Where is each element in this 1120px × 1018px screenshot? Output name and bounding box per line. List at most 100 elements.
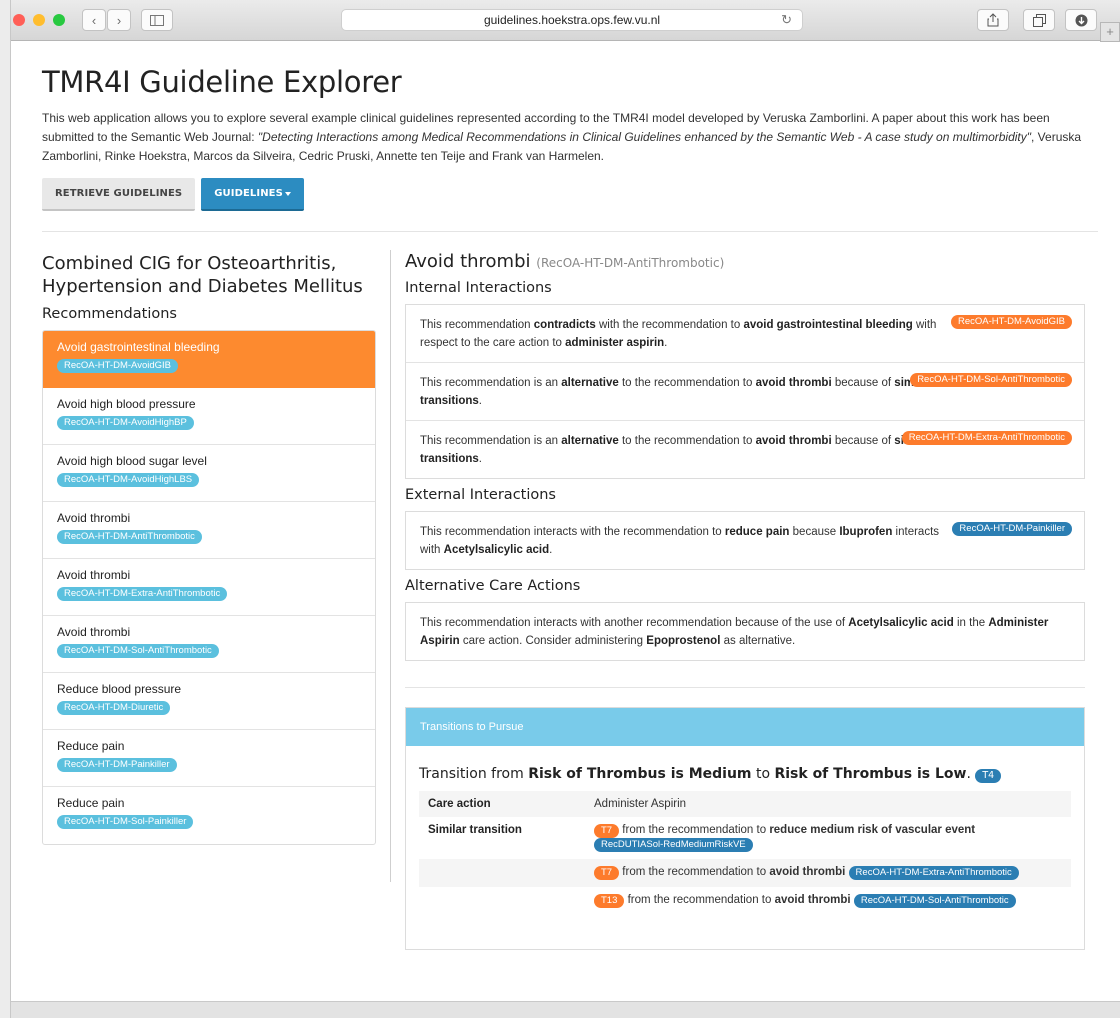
column-divider (390, 250, 391, 882)
recommendation-item[interactable]: Avoid high blood sugar level RecOA-HT-DM-… (43, 445, 375, 502)
button-row: RETRIEVE GUIDELINES GUIDELINES (42, 178, 1098, 211)
recommendation-item[interactable]: Reduce blood pressure RecOA-HT-DM-Diureti… (43, 673, 375, 730)
recommendation-item-label: Avoid thrombi (57, 625, 131, 639)
minimize-window-icon[interactable] (33, 14, 45, 26)
intro-paragraph: This web application allows you to explo… (42, 109, 1098, 166)
download-icon (1075, 14, 1087, 26)
interaction-text: This recommendation is an alternative to… (420, 377, 931, 407)
share-icon (987, 13, 999, 27)
recommendation-item-id: RecOA-HT-DM-Diuretic (57, 701, 171, 715)
forward-button[interactable]: › (107, 9, 131, 31)
recommendation-item-label: Reduce pain (57, 796, 125, 810)
transitions-panel: Transitions to Pursue Transition from Ri… (405, 707, 1085, 950)
url-text: guidelines.hoekstra.ops.few.vu.nl (483, 13, 661, 27)
back-button[interactable]: ‹ (82, 9, 106, 31)
recommendation-badge[interactable]: RecDUTIASol-RedMediumRiskVE (594, 838, 753, 852)
recommendation-list: Avoid gastrointestinal bleeding RecOA-HT-… (42, 330, 376, 845)
plus-icon: + (1106, 24, 1114, 39)
recommendation-item[interactable]: Avoid thrombi RecOA-HT-DM-Sol-AntiThrombo… (43, 616, 375, 673)
recommendation-badge[interactable]: RecOA-HT-DM-Painkiller (952, 522, 1072, 536)
guidelines-label: GUIDELINES (214, 188, 283, 199)
interaction-text: This recommendation contradicts with the… (420, 319, 937, 349)
address-bar[interactable]: guidelines.hoekstra.ops.few.vu.nl ↻ (341, 9, 803, 31)
similar-transition-value: T7 from the recommendation to reduce med… (585, 817, 1071, 859)
recommendation-item-label: Reduce blood pressure (57, 682, 182, 696)
transition-tag[interactable]: T13 (594, 894, 625, 908)
transition-tag[interactable]: T7 (594, 866, 620, 880)
recommendation-badge[interactable]: RecOA-HT-DM-Extra-AntiThrombotic (901, 431, 1072, 445)
recommendation-badge[interactable]: RecOA-HT-DM-AvoidGIB (951, 315, 1072, 329)
retrieve-guidelines-button[interactable]: RETRIEVE GUIDELINES (42, 178, 196, 211)
recommendation-item[interactable]: Avoid thrombi RecOA-HT-DM-AntiThrombotic (43, 502, 375, 559)
internal-interactions-heading: Internal Interactions (405, 280, 552, 296)
traffic-lights (13, 14, 65, 26)
recommendation-name: Avoid thrombi (405, 251, 531, 272)
recommendation-item-id: RecOA-HT-DM-Sol-AntiThrombotic (57, 644, 219, 658)
recommendation-item[interactable]: Avoid high blood pressure RecOA-HT-DM-Avo… (43, 388, 375, 445)
interaction-row: This recommendation contradicts with the… (406, 305, 1084, 363)
downloads-button[interactable] (1065, 9, 1097, 31)
paper-title: "Detecting Interactions among Medical Re… (257, 130, 1032, 144)
sidebar-toggle-button[interactable] (141, 9, 173, 31)
browser-window: ‹ › guidelines.hoekstra.ops.few.vu.nl ↻ … (10, 0, 1120, 1018)
tabs-icon (1032, 13, 1046, 27)
external-interactions-heading: External Interactions (405, 487, 556, 503)
external-interactions-list: This recommendation interacts with the r… (405, 511, 1085, 570)
recommendation-item-label: Reduce pain (57, 739, 125, 753)
tabs-overview-button[interactable] (1023, 9, 1055, 31)
recommendation-item-label: Avoid thrombi (57, 511, 131, 525)
alternative-care-actions-heading: Alternative Care Actions (405, 578, 581, 594)
similar-transition-row: T7 from the recommendation to avoid thro… (419, 859, 1071, 887)
transition-table: Care action Administer Aspirin Similar t… (419, 791, 1071, 915)
internal-interactions-list: This recommendation contradicts with the… (405, 304, 1085, 479)
browser-toolbar: ‹ › guidelines.hoekstra.ops.few.vu.nl ↻ … (11, 0, 1120, 42)
recommendation-item-id: RecOA-HT-DM-Sol-Painkiller (57, 815, 194, 829)
transitions-heading: Transitions to Pursue (406, 708, 1084, 746)
recommendation-item[interactable]: Avoid gastrointestinal bleeding RecOA-HT-… (43, 331, 375, 388)
close-window-icon[interactable] (13, 14, 25, 26)
reload-icon[interactable]: ↻ (781, 10, 792, 30)
zoom-window-icon[interactable] (53, 14, 65, 26)
recommendation-item-label: Avoid thrombi (57, 568, 131, 582)
recommendation-item-label: Avoid gastrointestinal bleeding (57, 340, 220, 354)
recommendation-item-id: RecOA-HT-DM-AvoidHighLBS (57, 473, 200, 487)
recommendation-item[interactable]: Reduce pain RecOA-HT-DM-Painkiller (43, 730, 375, 787)
transition-tag[interactable]: T7 (594, 824, 620, 838)
chevron-right-icon: › (116, 12, 122, 28)
alternative-care-actions-list: This recommendation interacts with anoth… (405, 602, 1085, 661)
page-title: TMR4I Guideline Explorer (42, 65, 402, 99)
interaction-text: This recommendation interacts with the r… (420, 526, 940, 556)
divider (405, 687, 1085, 688)
recommendation-badge[interactable]: RecOA-HT-DM-Sol-AntiThrombotic (910, 373, 1072, 387)
recommendation-item[interactable]: Avoid thrombi RecOA-HT-DM-Extra-AntiThrom… (43, 559, 375, 616)
care-action-value: Administer Aspirin (594, 798, 687, 810)
transition-tag[interactable]: T4 (975, 769, 1002, 783)
interaction-text: This recommendation is an alternative to… (420, 435, 931, 465)
guidelines-dropdown-button[interactable]: GUIDELINES (201, 178, 304, 211)
care-action-label: Care action (428, 798, 491, 810)
share-button[interactable] (977, 9, 1009, 31)
divider (42, 231, 1098, 232)
interaction-row: This recommendation is an alternative to… (406, 363, 1084, 421)
new-tab-button[interactable]: + (1100, 22, 1120, 42)
cig-title: Combined CIG for Osteoarthritis, Hyperte… (42, 253, 363, 297)
similar-transition-label: Similar transition (428, 824, 522, 836)
recommendation-item-label: Avoid high blood pressure (57, 397, 196, 411)
transition-title: Transition from Risk of Thrombus is Medi… (419, 766, 1071, 783)
alternative-text: This recommendation interacts with anoth… (420, 617, 1049, 647)
recommendation-item[interactable]: Reduce pain RecOA-HT-DM-Sol-Painkiller (43, 787, 375, 844)
alternative-row: This recommendation interacts with anoth… (406, 603, 1084, 660)
recommendation-badge[interactable]: RecOA-HT-DM-Extra-AntiThrombotic (848, 866, 1019, 880)
sidebar-icon (150, 14, 164, 26)
recommendation-title: Avoid thrombi (RecOA-HT-DM-AntiThromboti… (405, 251, 1085, 272)
recommendation-item-id: RecOA-HT-DM-Painkiller (57, 758, 177, 772)
recommendation-item-id: RecOA-HT-DM-AntiThrombotic (57, 530, 202, 544)
recommendation-item-id: RecOA-HT-DM-Extra-AntiThrombotic (57, 587, 228, 601)
recommendation-item-id: RecOA-HT-DM-AvoidHighBP (57, 416, 194, 430)
recommendation-badge[interactable]: RecOA-HT-DM-Sol-AntiThrombotic (853, 894, 1016, 908)
similar-transition-row: Similar transition T7 from the recommenda… (419, 817, 1071, 859)
recommendations-heading: Recommendations (42, 306, 177, 322)
recommendation-id: (RecOA-HT-DM-AntiThrombotic) (536, 256, 725, 270)
recommendation-item-id: RecOA-HT-DM-AvoidGIB (57, 359, 178, 373)
status-bar (11, 1001, 1120, 1018)
